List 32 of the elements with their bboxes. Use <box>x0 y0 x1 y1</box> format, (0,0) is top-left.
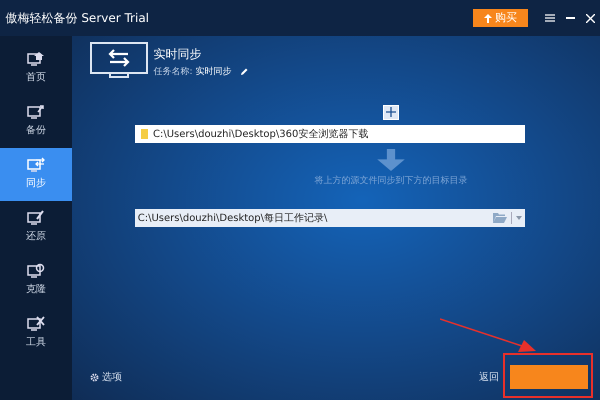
dropdown-caret-icon[interactable] <box>516 216 522 220</box>
destination-path-field[interactable]: C:\Users\douzhi\Desktop\每日工作记录\ <box>135 209 525 227</box>
clone-icon <box>27 263 45 280</box>
hint-text: 将上方的源文件同步到下方的目标目录 <box>314 175 468 188</box>
window-title: 傲梅轻松备份 Server Trial <box>6 10 150 27</box>
menu-icon[interactable] <box>544 14 554 22</box>
sidebar-item[interactable]: 工具 <box>0 306 72 360</box>
tools-icon <box>27 316 45 332</box>
edit-icon[interactable] <box>240 68 248 76</box>
add-button[interactable] <box>383 105 399 120</box>
down-arrow-icon <box>376 149 406 171</box>
sidebar-item[interactable]: 备份 <box>0 94 72 148</box>
task-name: 实时同步 <box>195 66 232 78</box>
source-path-field[interactable]: C:\Users\douzhi\Desktop\360安全浏览器下载 <box>135 125 525 143</box>
backup-icon <box>27 104 45 120</box>
sidebar-item[interactable]: 克隆 <box>0 254 72 306</box>
back-link[interactable]: 返回 <box>479 370 499 384</box>
home-icon <box>27 51 45 68</box>
settings-icon[interactable] <box>90 372 99 382</box>
minimize-icon[interactable] <box>566 17 574 19</box>
task-name-label: 任务名称: <box>154 66 193 78</box>
upload-icon <box>484 14 492 22</box>
sync-icon <box>27 157 45 174</box>
sidebar-item[interactable]: 首页 <box>0 42 72 94</box>
page-title: 实时同步 <box>154 46 202 63</box>
monitor-sync-icon <box>90 42 148 80</box>
sidebar-item[interactable]: 还原 <box>0 200 72 254</box>
close-icon[interactable] <box>586 14 594 22</box>
start-button[interactable] <box>510 365 588 389</box>
folder-icon <box>140 129 148 139</box>
options-link[interactable]: 选项 <box>102 370 122 384</box>
restore-icon <box>27 210 45 226</box>
